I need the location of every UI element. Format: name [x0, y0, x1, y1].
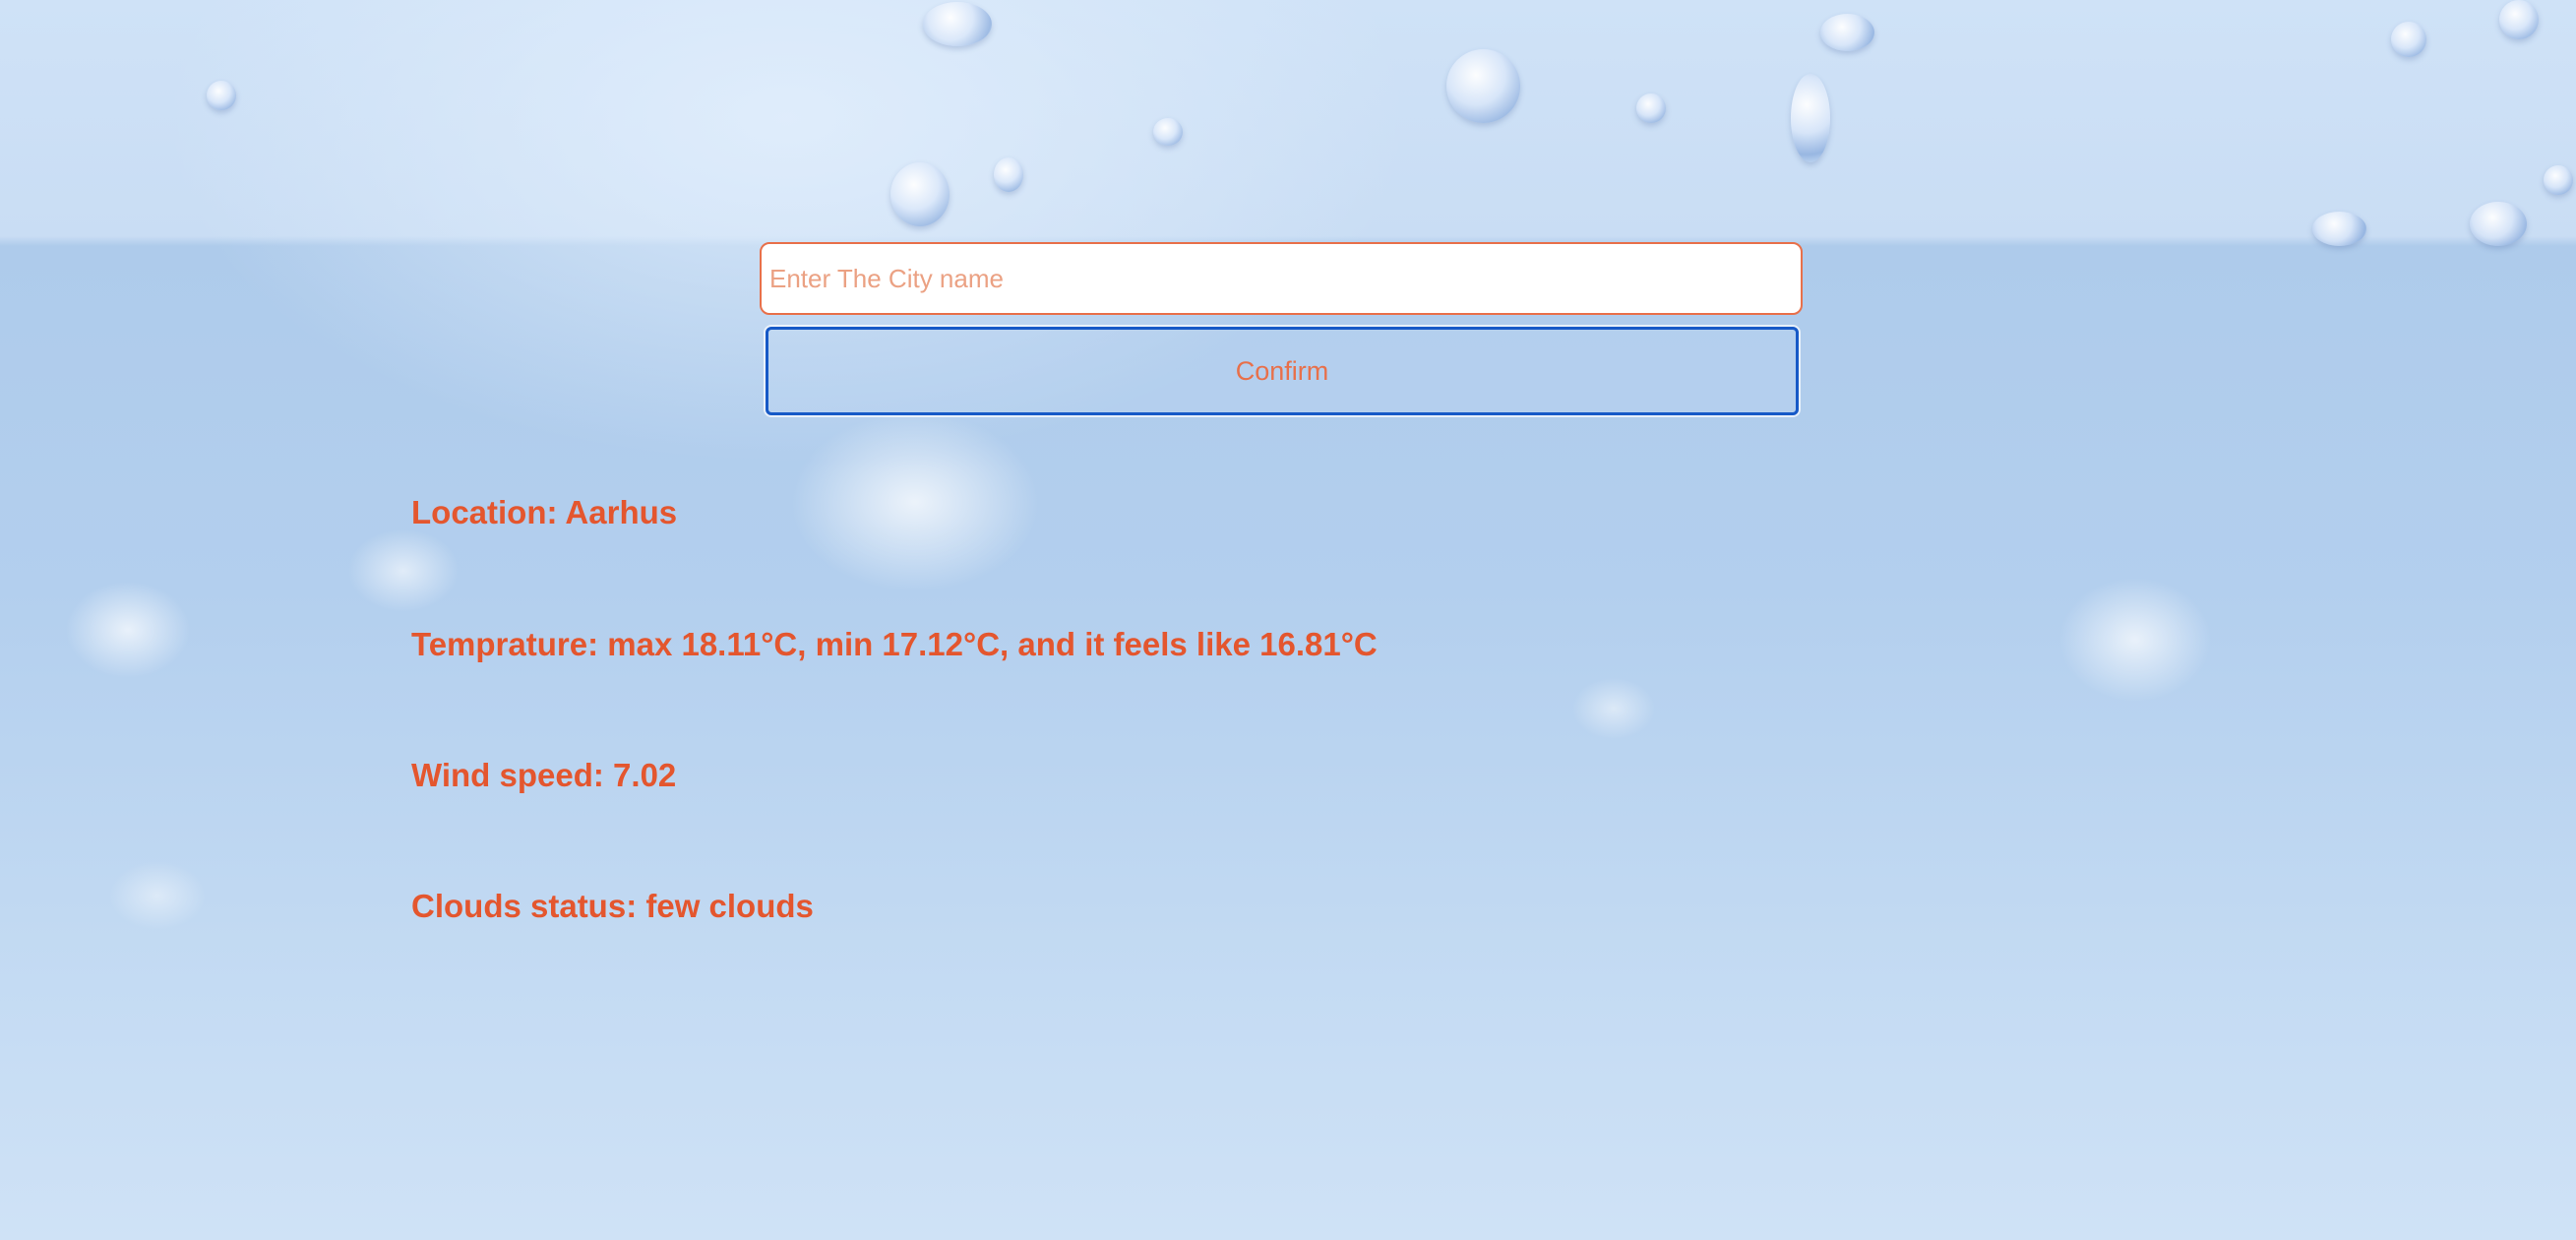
water-droplet [2544, 165, 2573, 195]
water-droplet [2312, 212, 2366, 246]
water-droplet [923, 2, 992, 46]
wind-speed-text: Wind speed: 7.02 [411, 757, 677, 793]
search-form: Confirm [760, 242, 1803, 415]
water-droplet [1446, 49, 1520, 123]
water-droplet [2470, 202, 2527, 246]
water-droplet [994, 157, 1023, 192]
clouds-status-text: Clouds status: few clouds [411, 888, 814, 924]
temperature-text: Temprature: max 18.11°C, min 17.12°C, an… [411, 626, 1378, 662]
water-droplet [890, 162, 950, 226]
city-search-input[interactable] [760, 242, 1803, 315]
water-droplet [1636, 93, 1666, 123]
location-text: Location: Aarhus [411, 494, 678, 530]
water-droplet [2391, 22, 2426, 57]
water-droplet [1820, 14, 1874, 51]
water-droplet [1791, 74, 1830, 162]
water-droplet [1153, 118, 1183, 146]
water-droplet [207, 81, 236, 110]
confirm-button[interactable]: Confirm [766, 327, 1799, 415]
water-droplet [2499, 0, 2539, 39]
